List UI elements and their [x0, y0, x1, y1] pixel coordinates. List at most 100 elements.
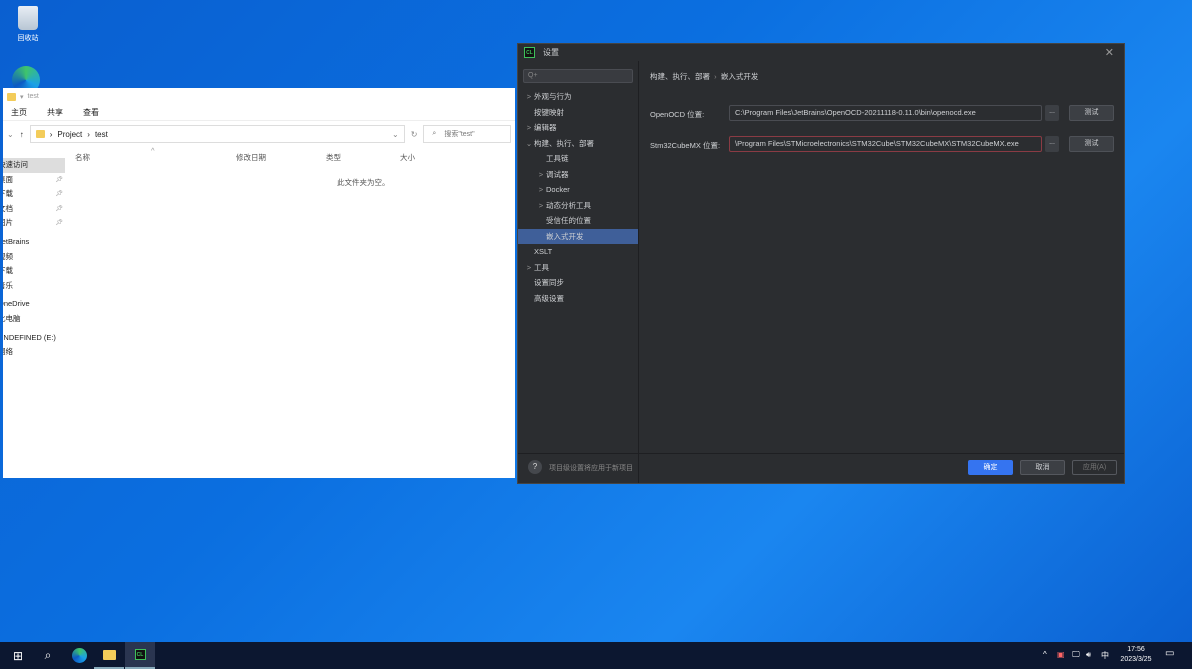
start-button[interactable]: ⊞ — [3, 642, 33, 669]
ime-indicator[interactable]: 中 — [1101, 650, 1109, 661]
tray-app-icon[interactable]: ▣ — [1057, 650, 1065, 659]
taskbar-clion[interactable]: CL — [125, 642, 155, 669]
chevron-icon[interactable]: > — [524, 120, 534, 136]
breadcrumb: 构建、执行、部署 › 嵌入式开发 — [650, 72, 759, 81]
settings-tree-item[interactable]: XSLT — [518, 244, 638, 260]
settings-dialog: CL 设置 ✕ Q+ > 外观与行为 按键映射 > 编辑器 ⌄ 构建、执行、部署 工具链 > 调试… — [517, 43, 1125, 484]
nav-item[interactable]: 网络 — [3, 345, 65, 360]
chevron-icon[interactable]: > — [524, 89, 534, 105]
taskbar: ⊞ ⌕ CL ^ ▣ 🖵 🔊︎ 中 17:56 2023/3/25 ▭ — [0, 642, 1192, 669]
refresh-icon[interactable]: ↻ — [411, 130, 418, 139]
settings-tree-item[interactable]: 受信任的位置 — [518, 213, 638, 229]
column-size[interactable]: 大小 — [400, 152, 415, 163]
quick-access-dropdown-icon[interactable]: ▾ — [20, 93, 24, 101]
nav-item[interactable]: 图片 📌︎ — [3, 216, 65, 231]
settings-tree-item[interactable]: > Docker — [518, 182, 638, 198]
nav-item[interactable]: 下载 — [3, 264, 65, 279]
chevron-icon[interactable]: ⌄ — [524, 136, 534, 152]
nav-item-label: 此电脑 — [3, 313, 21, 323]
folder-icon — [102, 649, 116, 660]
up-arrow-icon[interactable]: ↑ — [20, 130, 24, 139]
empty-folder-text: 此文件夹为空。 — [337, 178, 390, 187]
nav-item[interactable]: 音乐 — [3, 279, 65, 294]
chevron-down-icon[interactable]: ⌄ — [392, 130, 399, 139]
search-button[interactable]: ⌕ — [33, 642, 63, 669]
folder-icon — [35, 130, 45, 138]
clock[interactable]: 17:56 2023/3/25 — [1114, 645, 1158, 665]
openocd-browse-button[interactable]: ... — [1045, 105, 1059, 121]
settings-tree-item[interactable]: 高级设置 — [518, 291, 638, 307]
openocd-path-field[interactable]: C:\Program Files\JetBrains\OpenOCD-20211… — [729, 105, 1042, 121]
settings-tree-item[interactable]: 按键映射 — [518, 105, 638, 121]
ok-button[interactable]: 确定 — [968, 460, 1013, 475]
nav-item[interactable]: 文档 📌︎ — [3, 202, 65, 217]
search-input[interactable]: ⌕ 搜索"test" — [423, 125, 511, 143]
volume-icon[interactable]: 🔊︎ — [1086, 650, 1091, 660]
breadcrumb-build[interactable]: 构建、执行、部署 — [650, 72, 710, 81]
nav-item-label: JetBrains — [3, 236, 30, 246]
tree-item-label: Docker — [546, 185, 570, 194]
nav-item[interactable]: 下载 📌︎ — [3, 187, 65, 202]
chevron-icon[interactable]: > — [536, 167, 546, 183]
nav-item[interactable]: UNDEFINED (E:) — [3, 331, 65, 346]
recent-locations-icon[interactable]: ⌄ — [7, 130, 14, 139]
search-placeholder: Q+ — [528, 72, 538, 79]
address-bar[interactable]: › Project › test ⌄ — [29, 125, 405, 143]
nav-item-label: UNDEFINED (E:) — [3, 332, 56, 342]
nav-item-label: 桌面 — [3, 174, 13, 184]
nav-item[interactable]: OneDrive — [3, 297, 65, 312]
openocd-test-button[interactable]: 测试 — [1069, 105, 1114, 121]
chevron-icon[interactable]: > — [536, 198, 546, 214]
apply-button[interactable]: 应用(A) — [1072, 460, 1117, 475]
cubemx-test-button[interactable]: 测试 — [1069, 136, 1114, 152]
ribbon-tab-share[interactable]: 共享 — [47, 107, 63, 118]
nav-item[interactable]: 此电脑 — [3, 312, 65, 327]
cubemx-path-field[interactable]: \Program Files\STMicroelectronics\STM32C… — [729, 136, 1042, 152]
breadcrumb-test[interactable]: test — [95, 130, 108, 139]
cubemx-browse-button[interactable]: ... — [1045, 136, 1059, 152]
tree-item-label: XSLT — [534, 247, 553, 256]
network-icon[interactable]: 🖵 — [1072, 650, 1080, 660]
tree-item-label: 工具链 — [546, 154, 569, 163]
nav-item[interactable]: 视频 — [3, 250, 65, 265]
nav-item[interactable]: 桌面 📌︎ — [3, 173, 65, 188]
show-hidden-icons[interactable]: ^ — [1043, 650, 1047, 659]
ribbon-tab-home[interactable]: 主页 — [11, 107, 27, 118]
nav-item[interactable]: JetBrains — [3, 235, 65, 250]
search-placeholder: 搜索"test" — [444, 131, 475, 138]
clion-logo-icon: CL — [134, 649, 146, 660]
chevron-icon[interactable]: > — [524, 260, 534, 276]
close-icon[interactable]: ✕ — [1105, 46, 1114, 59]
nav-item[interactable]: 快速访问 — [3, 158, 65, 173]
taskbar-explorer[interactable] — [94, 642, 124, 669]
column-date-modified[interactable]: 修改日期 — [236, 152, 266, 163]
pin-icon: 📌︎ — [55, 176, 63, 183]
settings-tree-item[interactable]: > 调试器 — [518, 167, 638, 183]
chevron-icon[interactable]: > — [536, 182, 546, 198]
notification-icon[interactable]: ▭ — [1165, 648, 1174, 659]
tree-item-label: 工具 — [534, 262, 549, 272]
settings-search-input[interactable]: Q+ — [523, 69, 633, 83]
column-type[interactable]: 类型 — [326, 152, 341, 163]
settings-tree-item[interactable]: 嵌入式开发 — [518, 228, 638, 244]
nav-item-label: 图片 — [3, 218, 13, 228]
ribbon-tab-view[interactable]: 查看 — [83, 107, 99, 118]
cancel-button[interactable]: 取消 — [1020, 460, 1065, 475]
settings-tree-item[interactable]: 工具链 — [518, 151, 638, 167]
settings-tree-item[interactable]: 设置同步 — [518, 275, 638, 291]
column-name[interactable]: 名称 — [75, 152, 90, 163]
taskbar-edge[interactable] — [64, 642, 94, 669]
recycle-bin-desktop-icon[interactable]: 回收站 — [8, 6, 48, 43]
tree-item-label: 受信任的位置 — [546, 216, 591, 225]
settings-tree-item[interactable]: > 工具 — [518, 260, 638, 276]
settings-tree-item[interactable]: > 外观与行为 — [518, 89, 638, 105]
folder-icon — [7, 92, 16, 101]
tree-item-label: 构建、执行、部署 — [534, 138, 594, 148]
tree-item-label: 编辑器 — [534, 123, 557, 132]
settings-tree-item[interactable]: ⌄ 构建、执行、部署 — [518, 136, 638, 152]
settings-tree-item[interactable]: > 编辑器 — [518, 120, 638, 136]
settings-tree-item[interactable]: > 动态分析工具 — [518, 198, 638, 214]
nav-item-label: 网络 — [3, 347, 13, 357]
help-icon[interactable]: ? — [528, 460, 542, 474]
breadcrumb-project[interactable]: Project — [57, 130, 82, 139]
